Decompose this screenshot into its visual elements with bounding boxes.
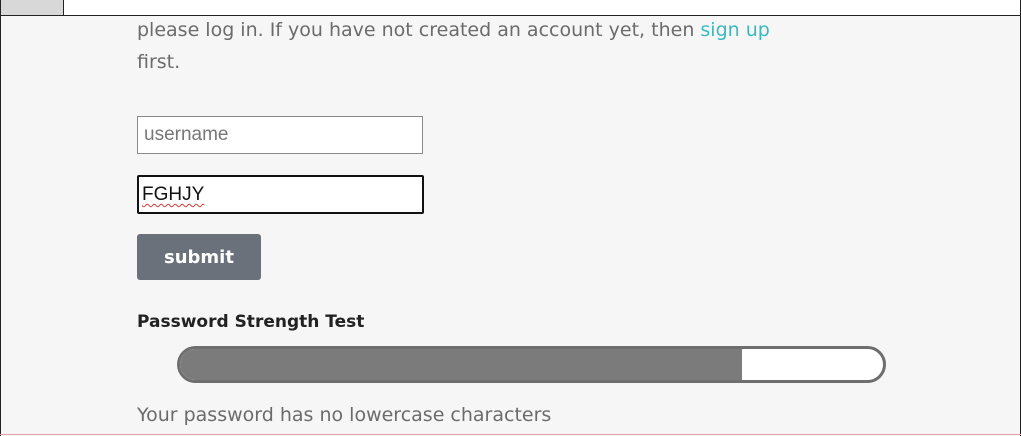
corner-tab (0, 0, 64, 16)
password-strength-title: Password Strength Test (137, 312, 365, 332)
left-frame-edge (0, 0, 1, 436)
password-strength-meter (177, 346, 886, 383)
instructions-text: please log in. If you have not created a… (137, 19, 701, 41)
password-input-value: FGHJY (142, 184, 205, 205)
login-instructions: please log in. If you have not created a… (137, 14, 917, 78)
password-strength-meter-fill (180, 349, 743, 380)
sign-up-link[interactable]: sign up (700, 19, 769, 41)
instructions-text-end: first. (137, 51, 181, 73)
password-input[interactable]: FGHJY (137, 175, 424, 214)
username-input[interactable] (137, 116, 423, 154)
submit-button[interactable]: submit (137, 234, 261, 280)
password-strength-message: Your password has no lowercase character… (137, 404, 552, 426)
bottom-divider (0, 434, 1021, 435)
